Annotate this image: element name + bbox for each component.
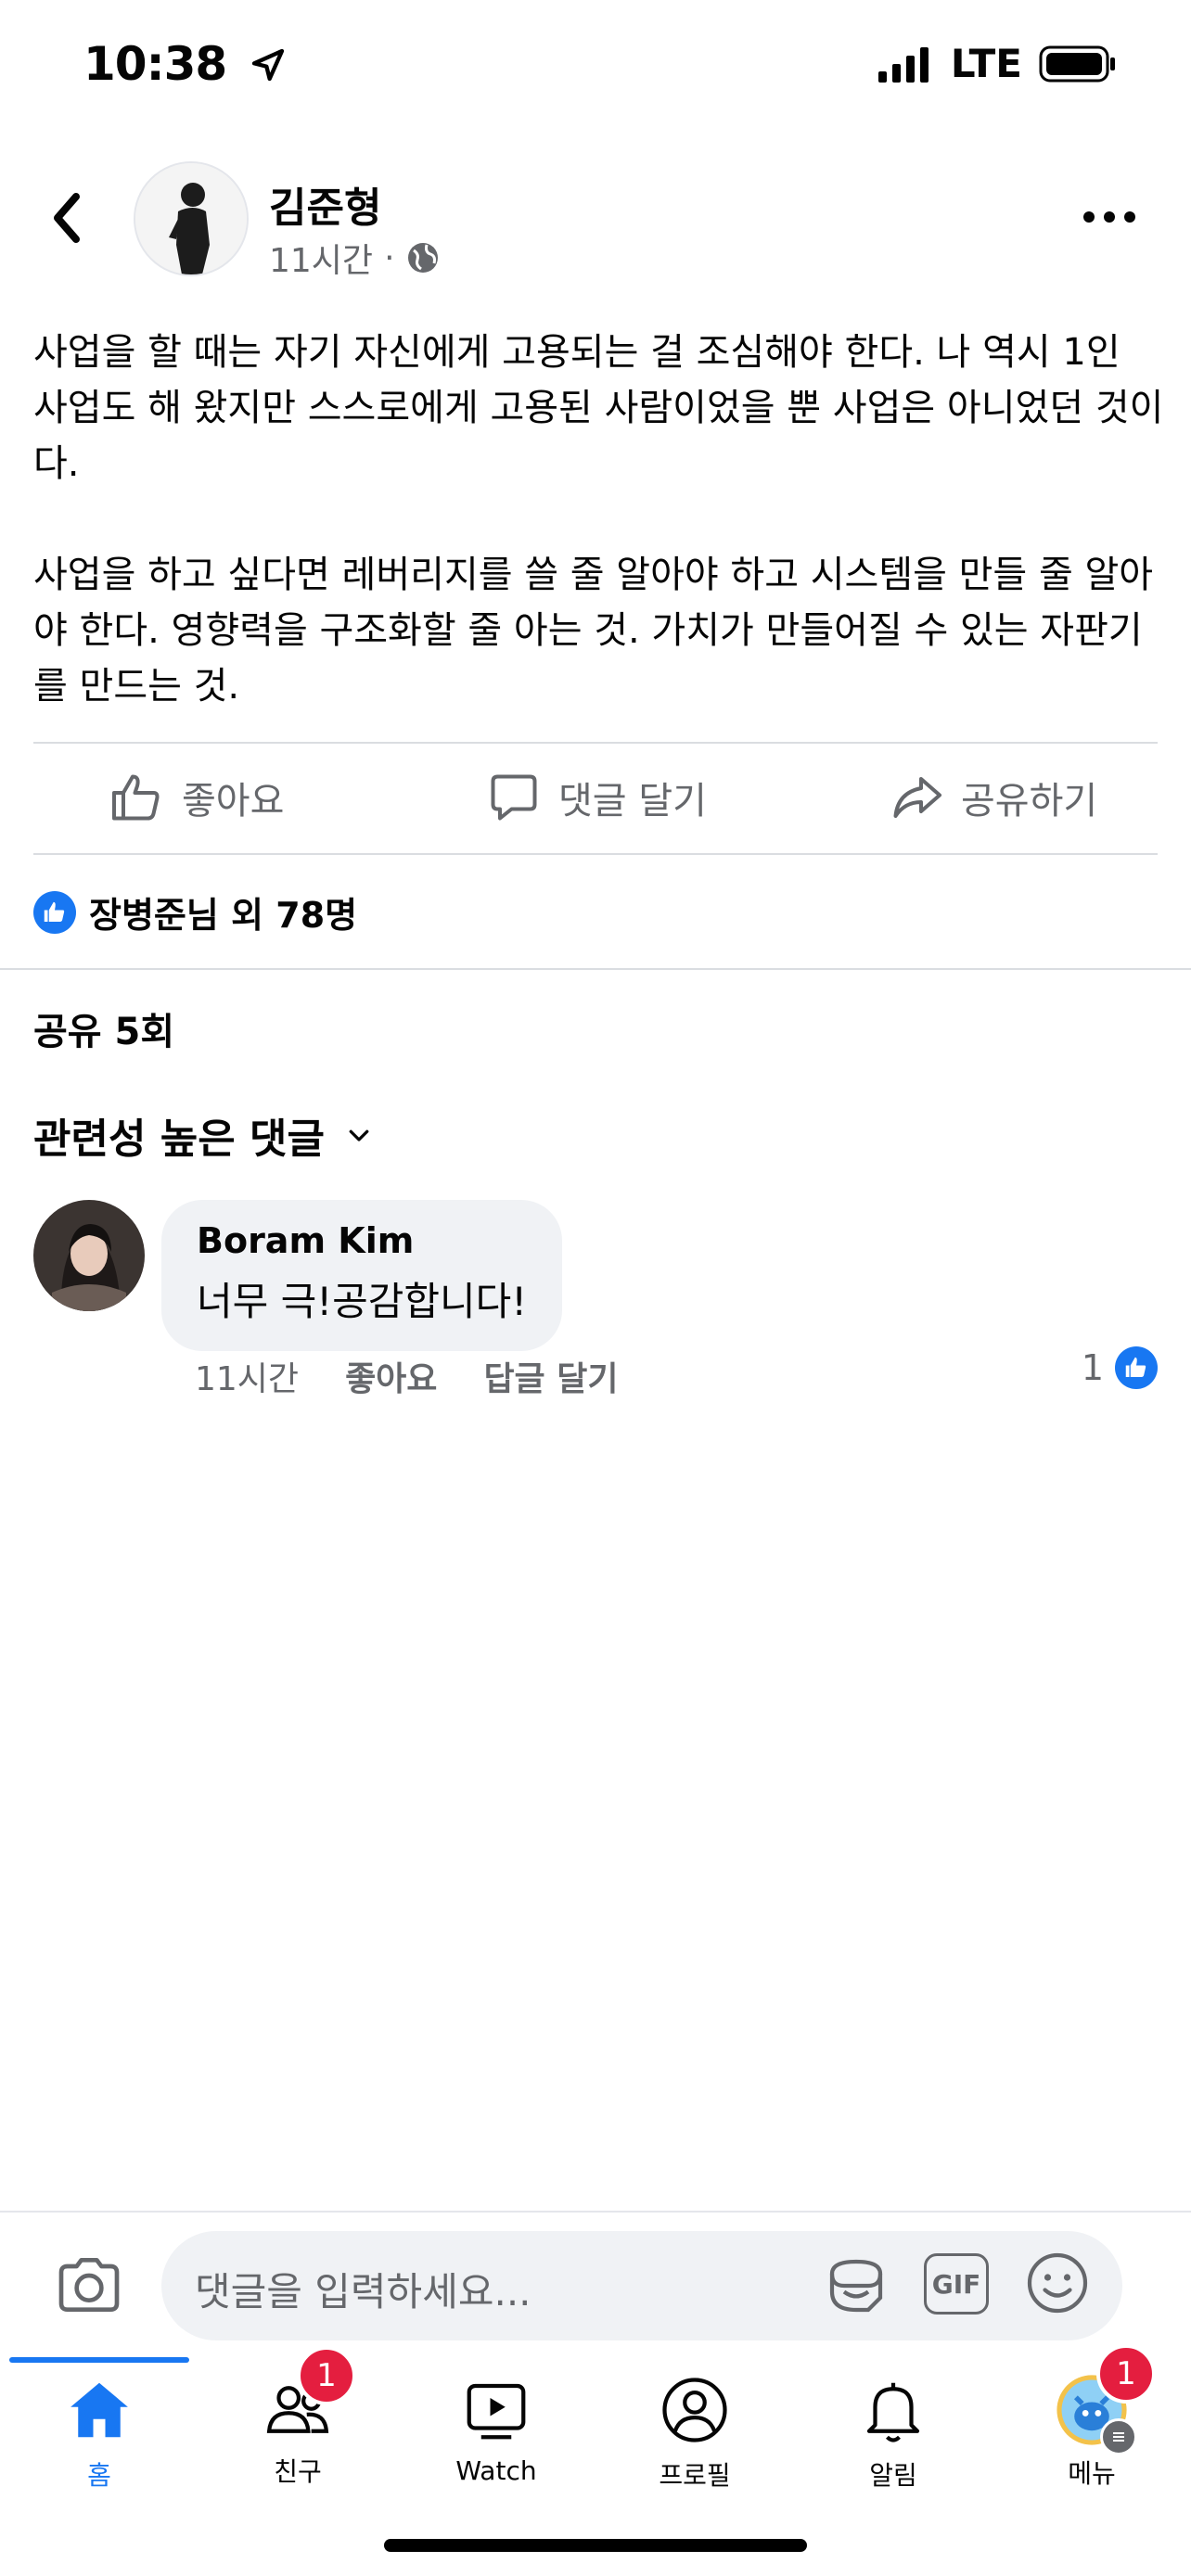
commenter-avatar[interactable]	[33, 1200, 145, 1311]
tab-label: 메뉴	[1068, 2458, 1116, 2489]
commenter-name[interactable]: Boram Kim	[197, 1220, 527, 1261]
comment-bubble-icon	[491, 774, 537, 821]
status-time: 10:38	[83, 37, 287, 91]
comment-sort-dropdown[interactable]: 관련성 높은 댓글	[33, 1105, 373, 1165]
menu-badge: 1	[1096, 2344, 1156, 2404]
status-indicators: LTE	[877, 41, 1117, 86]
tab-label: 프로필	[659, 2460, 731, 2491]
chevron-left-icon	[54, 193, 80, 243]
hamburger-icon	[1100, 2418, 1137, 2455]
chevron-down-icon	[349, 1129, 369, 1141]
home-icon	[70, 2382, 128, 2438]
globe-icon	[407, 243, 438, 273]
back-button[interactable]	[45, 185, 91, 250]
tab-label: 친구	[274, 2456, 322, 2487]
comment-label: 댓글 달기	[558, 780, 707, 823]
share-arrow-icon	[893, 777, 941, 818]
person-photo-icon	[135, 163, 247, 274]
tab-watch[interactable]: Watch	[397, 2374, 596, 2486]
bell-icon	[866, 2382, 920, 2442]
comment-like-count[interactable]: 1	[1082, 1346, 1158, 1389]
comment-text: 너무 극!공감합니다!	[197, 1279, 528, 1324]
more-dot-icon	[1124, 211, 1135, 223]
avatar-sticker-button[interactable]	[820, 2250, 892, 2326]
post-paragraph: 사업을 하고 싶다면 레버리지를 쓸 줄 알아야 하고 시스템을 만들 줄 알아…	[33, 554, 1154, 708]
post-paragraph: 사업을 할 때는 자기 자신에게 고용되는 걸 조심해야 한다. 나 역시 1인…	[33, 331, 1164, 485]
shares-count[interactable]: 공유 5회	[33, 1001, 174, 1055]
divider	[0, 968, 1191, 970]
more-dot-icon	[1083, 211, 1095, 223]
like-reaction-icon	[33, 890, 76, 934]
signal-icon	[877, 46, 928, 83]
comment-like-button[interactable]: 좋아요	[345, 1352, 437, 1400]
tab-menu[interactable]: 1 메뉴	[992, 2344, 1191, 2491]
reactions-text: 장병준님 외 78명	[89, 895, 358, 936]
like-reaction-icon	[1115, 1346, 1158, 1389]
tab-label: Watch	[455, 2455, 537, 2486]
tab-notifications[interactable]: 알림	[794, 2374, 992, 2493]
more-dot-icon	[1104, 211, 1115, 223]
comment-input-placeholder: 댓글을 입력하세요...	[195, 2269, 531, 2315]
camera-icon	[58, 2258, 120, 2312]
comment-like-number: 1	[1081, 1347, 1104, 1388]
comment-time: 11시간	[195, 1360, 300, 1398]
home-indicator	[384, 2539, 807, 2552]
location-arrow-icon	[251, 48, 284, 82]
comment-sort-label: 관련성 높은 댓글	[33, 1116, 325, 1163]
author-avatar[interactable]	[134, 161, 249, 276]
post-time: 11시간	[269, 242, 374, 280]
post-meta: 11시간 ·	[269, 234, 440, 282]
tab-friends[interactable]: 1 친구	[198, 2346, 397, 2489]
reactions-summary[interactable]: 장병준님 외 78명	[33, 886, 357, 937]
tab-home[interactable]: 홈	[0, 2374, 198, 2493]
sticker-icon	[829, 2259, 883, 2313]
comment-meta: 11시간 좋아요 답글 달기	[195, 1352, 618, 1400]
comment-button[interactable]: 댓글 달기	[486, 770, 707, 825]
active-tab-indicator	[9, 2357, 189, 2363]
share-label: 공유하기	[961, 780, 1098, 823]
comment-bubble[interactable]: Boram Kim 너무 극!공감합니다!	[161, 1200, 563, 1351]
tab-label: 홈	[87, 2460, 111, 2491]
network-label: LTE	[950, 41, 1022, 86]
post-body: 사업을 할 때는 자기 자신에게 고용되는 걸 조심해야 한다. 나 역시 1인…	[33, 325, 1165, 770]
tab-profile[interactable]: 프로필	[596, 2374, 794, 2493]
person-photo-icon	[33, 1200, 145, 1311]
author-name[interactable]: 김준형	[269, 174, 381, 234]
comment-reply-button[interactable]: 답글 달기	[483, 1352, 618, 1400]
profile-icon	[662, 2378, 727, 2442]
friends-badge: 1	[297, 2346, 356, 2405]
gif-button[interactable]: GIF	[924, 2253, 989, 2315]
emoji-button[interactable]	[1024, 2250, 1091, 2320]
divider	[33, 742, 1158, 744]
share-button[interactable]: 공유하기	[889, 770, 1097, 825]
smiley-icon	[1027, 2252, 1088, 2314]
watch-icon	[467, 2383, 526, 2440]
divider	[33, 853, 1158, 855]
camera-button[interactable]	[52, 2248, 126, 2326]
like-label: 좋아요	[182, 780, 285, 823]
battery-icon	[1039, 45, 1115, 82]
like-button[interactable]: 좋아요	[109, 770, 284, 825]
composer-divider	[0, 2211, 1191, 2213]
tab-label: 알림	[869, 2460, 917, 2491]
thumbs-up-icon	[112, 774, 160, 821]
more-options-button[interactable]	[1083, 211, 1135, 223]
